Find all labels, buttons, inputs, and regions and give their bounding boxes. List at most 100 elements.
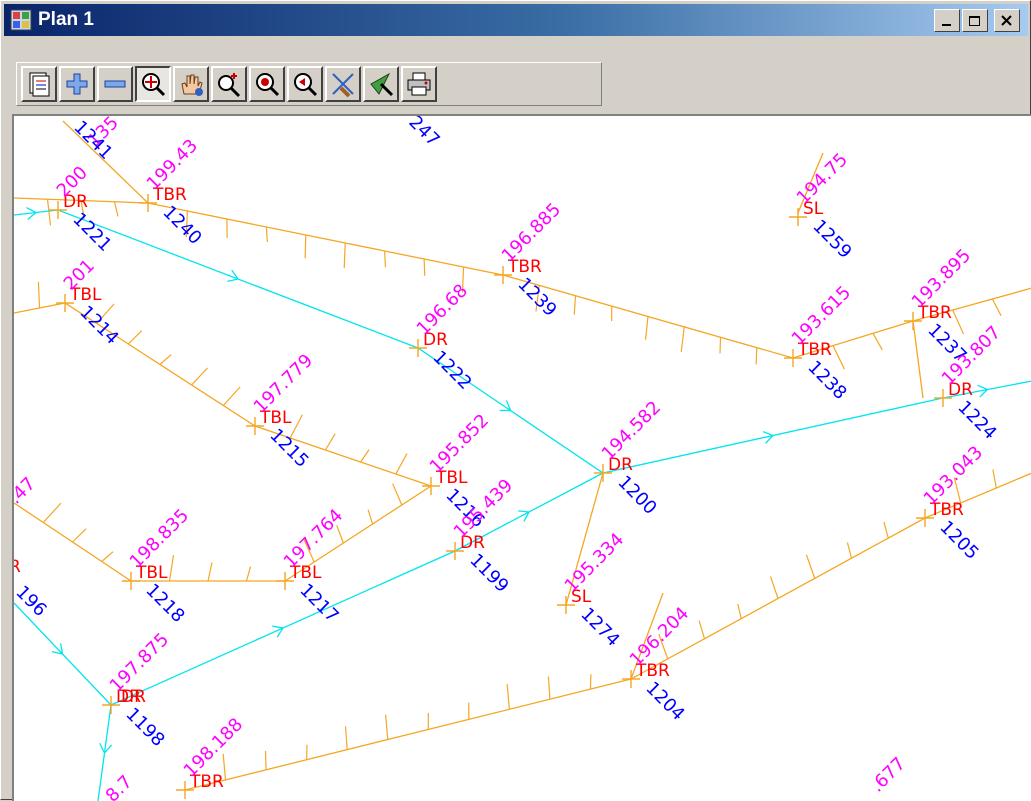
hachure-tick <box>833 346 844 370</box>
print-button[interactable] <box>401 66 437 102</box>
hachure-tick <box>266 751 267 770</box>
hachure-tick <box>38 282 39 308</box>
hachure-tick <box>160 355 171 365</box>
hachure-tick <box>681 327 684 352</box>
point-number-label: 1199 <box>465 550 512 597</box>
fragment-height-label: .677 <box>867 753 910 796</box>
hachure-tick <box>102 552 113 562</box>
hachure-tick <box>346 726 348 749</box>
minimize-button[interactable] <box>934 9 960 32</box>
zoom-extents-button[interactable] <box>135 66 171 102</box>
zoom-window-icon <box>215 70 243 98</box>
hachure-tick <box>646 317 648 340</box>
toolbar <box>4 38 1028 112</box>
hachure-tick <box>385 251 386 267</box>
labels-layer: DR2001221TBR199.431240TBL2011214TBR196.8… <box>14 116 1005 801</box>
hachure-tick <box>738 604 741 619</box>
hachure-tick <box>266 227 267 242</box>
clean-button[interactable] <box>325 66 361 102</box>
hachure-tick <box>325 434 335 450</box>
hachure-tick <box>48 199 51 225</box>
point-number-label: 1204 <box>641 678 688 725</box>
hachure-tick <box>873 333 882 349</box>
fragment-code-label: R <box>14 557 21 577</box>
point-number-label: 1274 <box>576 604 623 651</box>
point-number-label: 1198 <box>121 704 168 751</box>
drain-left[interactable] <box>14 603 111 801</box>
hachure-tick <box>192 368 208 385</box>
point-number-label: 1214 <box>75 302 122 349</box>
hachure-tick <box>574 296 575 315</box>
zoom-previous-icon <box>291 70 319 98</box>
fragment-number-label: 247 <box>404 116 443 151</box>
point-number-label: 1221 <box>68 209 115 256</box>
hachure-tick <box>806 555 814 579</box>
minus-icon <box>101 70 129 98</box>
fragment-number-label: 196 <box>14 582 51 621</box>
zoom-window-button[interactable] <box>211 66 247 102</box>
zoom-center-button[interactable] <box>249 66 285 102</box>
hachure-tick <box>884 522 888 538</box>
hachure-tick <box>396 454 407 474</box>
window-title: Plan 1 <box>38 8 94 32</box>
title-bar[interactable]: Plan 1 <box>4 4 1028 36</box>
point-number-label: 1215 <box>265 425 312 472</box>
point-number-label: 1238 <box>803 357 850 404</box>
hachure-tick <box>770 576 778 598</box>
point-number-label: 1205 <box>935 517 982 564</box>
hachure-tick <box>223 387 240 406</box>
point-number-label: 1224 <box>953 397 1000 444</box>
hand-pan-icon <box>177 70 205 98</box>
hachure-tick <box>393 484 402 505</box>
minimize-icon <box>940 15 954 27</box>
hachure-tick <box>699 621 704 639</box>
pages-icon <box>25 70 53 98</box>
plan-view[interactable]: DR2001221TBR199.431240TBL2011214TBR196.8… <box>14 116 1031 801</box>
point-number-label: 1218 <box>141 580 188 627</box>
plan-window: Plan 1 <box>0 0 1031 800</box>
close-button[interactable] <box>994 9 1020 32</box>
hachure-tick <box>993 469 996 488</box>
fragment-height-label: 9.47 <box>14 473 40 516</box>
drain-lower[interactable] <box>111 473 603 705</box>
point-number-label: 1239 <box>513 274 560 321</box>
hachure-tick <box>170 555 174 581</box>
string-tbl-lower[interactable] <box>14 486 431 581</box>
plan-canvas[interactable]: DR2001221TBR199.431240TBL2011214TBR196.8… <box>12 114 1031 801</box>
hachure-tick <box>208 563 212 581</box>
hachure-tick <box>73 529 87 542</box>
fragment-height-label: 8.7 <box>102 771 137 801</box>
hachure-tick <box>290 415 302 438</box>
zoom-previous-button[interactable] <box>287 66 323 102</box>
maximize-icon <box>968 15 982 27</box>
pick-button[interactable] <box>363 66 399 102</box>
zoom-out-button[interactable] <box>97 66 133 102</box>
hachure-tick <box>847 542 851 558</box>
hachure-tick <box>344 243 345 268</box>
hachure-tick <box>424 259 425 276</box>
hachure-tick <box>247 567 251 581</box>
pan-button[interactable] <box>173 66 209 102</box>
point-number-label: 1240 <box>158 202 205 249</box>
string-tbr-stub2[interactable] <box>913 321 923 398</box>
hachure-tick <box>548 676 550 699</box>
hachure-tick <box>361 450 369 462</box>
hachure-tick <box>305 235 306 258</box>
string-tbl-upper[interactable] <box>14 303 431 486</box>
plot-pages-button[interactable] <box>21 66 57 102</box>
zoom-extents-icon <box>139 70 167 98</box>
hachure-tick <box>507 684 509 709</box>
zoom-in-button[interactable] <box>59 66 95 102</box>
hachure-tick <box>368 510 373 524</box>
point-number-label: 1200 <box>613 472 660 519</box>
maximize-button[interactable] <box>962 9 988 32</box>
hachure-tick <box>953 310 964 334</box>
point-number-label: 1222 <box>428 347 475 394</box>
zoom-center-icon <box>253 70 281 98</box>
app-icon <box>10 9 32 31</box>
plus-icon <box>63 70 91 98</box>
pick-icon <box>367 70 395 98</box>
hachure-tick <box>720 337 721 353</box>
hachure-tick <box>756 348 757 365</box>
hachure-tick <box>115 202 118 217</box>
